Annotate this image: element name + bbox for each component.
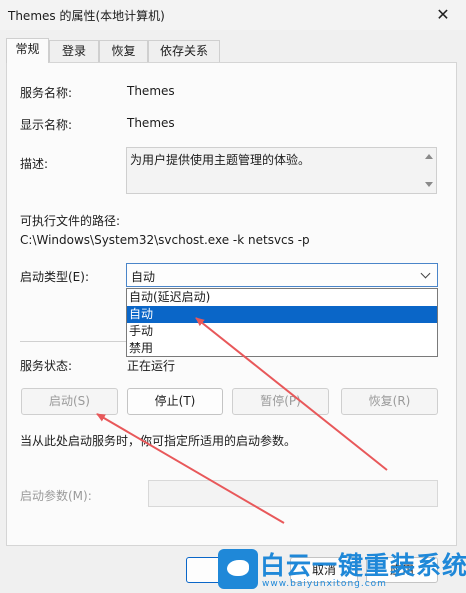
divider bbox=[20, 341, 126, 342]
title-bar: Themes 的属性(本地计算机) ✕ bbox=[0, 0, 466, 30]
pause-button[interactable]: 暂停(P) bbox=[232, 388, 329, 415]
service-name-label: 服务名称: bbox=[20, 86, 73, 100]
tab-logon[interactable]: 登录 bbox=[49, 40, 99, 62]
startup-type-dropdown: 自动(延迟启动) 自动 手动 禁用 bbox=[126, 288, 438, 357]
resume-button[interactable]: 恢复(R) bbox=[341, 388, 438, 415]
exe-path-value: C:\Windows\System32\svchost.exe -k netsv… bbox=[20, 233, 310, 247]
option-auto-delayed[interactable]: 自动(延迟启动) bbox=[127, 289, 437, 306]
chevron-down-icon[interactable] bbox=[419, 267, 433, 283]
start-button[interactable]: 启动(S) bbox=[21, 388, 118, 415]
exe-path-label: 可执行文件的路径: bbox=[20, 214, 121, 228]
description-scrollbar[interactable] bbox=[422, 148, 436, 193]
service-status-label: 服务状态: bbox=[20, 359, 73, 373]
window-title: Themes 的属性(本地计算机) bbox=[8, 9, 165, 23]
tab-recovery[interactable]: 恢复 bbox=[99, 40, 148, 62]
option-disabled[interactable]: 禁用 bbox=[127, 340, 437, 357]
startup-type-value: 自动 bbox=[131, 270, 156, 284]
startup-type-label: 启动类型(E): bbox=[20, 270, 89, 284]
close-icon[interactable]: ✕ bbox=[426, 3, 460, 27]
service-name-value: Themes bbox=[127, 84, 175, 98]
startup-params-label: 启动参数(M): bbox=[20, 489, 92, 503]
description-text: 为用户提供使用主题管理的体验。 bbox=[130, 153, 311, 167]
startup-type-select[interactable]: 自动 bbox=[126, 263, 438, 287]
description-label: 描述: bbox=[20, 157, 49, 171]
bird-icon bbox=[227, 560, 249, 576]
watermark-url: www.baiyunxitong.com bbox=[262, 579, 387, 589]
stop-button[interactable]: 停止(T) bbox=[127, 388, 223, 415]
description-box[interactable]: 为用户提供使用主题管理的体验。 bbox=[126, 147, 437, 194]
startup-params-input[interactable] bbox=[148, 480, 438, 507]
display-name-label: 显示名称: bbox=[20, 118, 73, 132]
startup-params-hint: 当从此处启动服务时，你可指定所适用的启动参数。 bbox=[20, 434, 297, 448]
option-auto[interactable]: 自动 bbox=[127, 306, 437, 323]
display-name-value: Themes bbox=[127, 116, 175, 130]
tab-general[interactable]: 常规 bbox=[6, 38, 49, 63]
service-status-value: 正在运行 bbox=[127, 359, 176, 373]
option-manual[interactable]: 手动 bbox=[127, 323, 437, 340]
tab-dependencies[interactable]: 依存关系 bbox=[148, 40, 220, 62]
watermark: 白云一键重装系统 www.baiyunxitong.com bbox=[218, 546, 466, 593]
scroll-down-icon[interactable] bbox=[425, 182, 433, 187]
watermark-title: 白云一键重装系统 bbox=[260, 551, 466, 580]
bird-logo-icon bbox=[218, 549, 258, 589]
scroll-up-icon[interactable] bbox=[425, 154, 433, 159]
